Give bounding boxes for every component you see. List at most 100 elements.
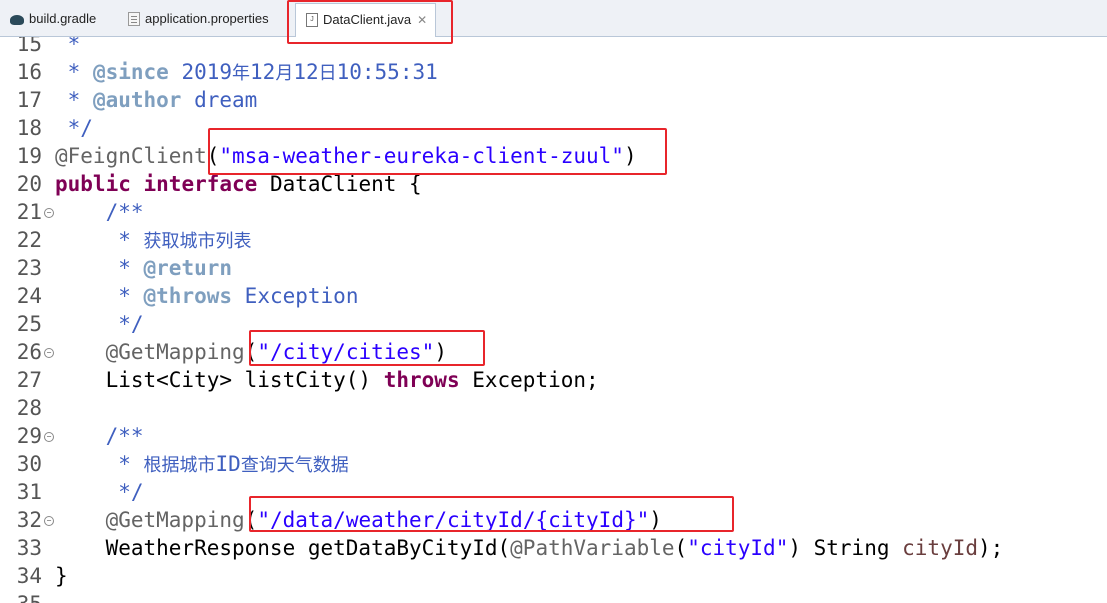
line-number: 33 bbox=[16, 536, 42, 560]
line-number: 16 bbox=[16, 60, 42, 84]
line-number: 35 bbox=[0, 590, 42, 603]
code-token: DataClient { bbox=[257, 172, 422, 196]
code-token: cityId bbox=[902, 536, 978, 560]
code-line: 28 bbox=[0, 394, 1107, 422]
code-token: 日 bbox=[318, 63, 337, 84]
line-number: 25 bbox=[16, 312, 42, 336]
tab-label: DataClient.java bbox=[323, 12, 412, 27]
code-line: 19 @FeignClient("msa-weather-eureka-clien… bbox=[0, 142, 1107, 170]
code-token: 10:55:31 bbox=[336, 60, 438, 84]
code-token: 获取城市列表 bbox=[143, 231, 252, 252]
code-token: * bbox=[55, 284, 144, 308]
tab-application-properties[interactable]: application.properties bbox=[128, 6, 269, 32]
properties-file-icon bbox=[128, 11, 140, 26]
line-number: 24 bbox=[16, 284, 42, 308]
code-text: public interface DataClient { bbox=[55, 170, 422, 198]
line-number: 18 bbox=[16, 116, 42, 140]
close-tab-icon[interactable]: ✕ bbox=[417, 13, 427, 27]
editor-tab-bar: build.gradle application.properties J Dat… bbox=[0, 0, 1107, 37]
code-line: 15 * bbox=[0, 37, 1107, 58]
gradle-icon bbox=[10, 14, 24, 25]
code-token: ( bbox=[244, 508, 258, 532]
code-text: */ bbox=[55, 478, 143, 506]
code-token: "msa-weather-eureka-client-zuul" bbox=[219, 144, 624, 168]
line-number: 20 bbox=[16, 172, 42, 196]
line-number: 17 bbox=[16, 88, 42, 112]
code-token: interface bbox=[143, 172, 258, 196]
code-token: "cityId" bbox=[687, 536, 789, 560]
code-text: * @return bbox=[55, 254, 232, 282]
code-token: ); bbox=[978, 536, 1004, 560]
code-line: 27 List<City> listCity() throws Exceptio… bbox=[0, 366, 1107, 394]
code-line: 34} bbox=[0, 562, 1107, 590]
code-token: */ bbox=[55, 312, 144, 336]
code-line: 23 * @return bbox=[0, 254, 1107, 282]
code-token: @author bbox=[92, 88, 182, 112]
code-line: 17 * @author dream bbox=[0, 86, 1107, 114]
line-number: 26 bbox=[16, 340, 42, 364]
code-line: 21− /** bbox=[0, 198, 1107, 226]
fold-collapse-icon[interactable]: − bbox=[44, 432, 54, 442]
code-line: 29− /** bbox=[0, 422, 1107, 450]
java-file-icon: J bbox=[306, 12, 318, 27]
code-token: @throws bbox=[143, 284, 233, 308]
code-token: 2019 bbox=[168, 60, 233, 84]
line-number: 34 bbox=[16, 564, 42, 588]
code-token: ) bbox=[623, 144, 637, 168]
code-token: throws bbox=[383, 368, 460, 392]
line-number: 23 bbox=[16, 256, 42, 280]
code-token: @PathVariable bbox=[510, 536, 675, 560]
code-token: * bbox=[55, 88, 93, 112]
code-text: /** bbox=[55, 198, 144, 226]
code-token: ) String bbox=[788, 536, 903, 560]
code-token: ) bbox=[434, 340, 447, 364]
code-token: /** bbox=[55, 200, 144, 224]
code-text: * bbox=[55, 37, 81, 58]
code-token: * bbox=[55, 452, 144, 476]
code-line: 18 */ bbox=[0, 114, 1107, 142]
code-token: List<City> listCity() bbox=[55, 368, 384, 392]
code-token: ( bbox=[674, 536, 688, 560]
code-token: "/data/weather/cityId/{cityId}" bbox=[257, 508, 650, 532]
line-number: 29 bbox=[16, 424, 42, 448]
line-number: 30 bbox=[16, 452, 42, 476]
code-line: 35 bbox=[0, 590, 1107, 603]
code-token: ( bbox=[244, 340, 258, 364]
code-text: } bbox=[55, 562, 68, 590]
code-text: @GetMapping("/data/weather/cityId/{cityI… bbox=[55, 506, 662, 534]
code-line: 22 * 获取城市列表 bbox=[0, 226, 1107, 254]
code-token: ( bbox=[206, 144, 220, 168]
code-editor[interactable]: 15 * 16 * @since 2019年12月12日10:55:31 17 * … bbox=[0, 37, 1107, 603]
code-text: */ bbox=[55, 310, 144, 338]
code-token: * bbox=[55, 60, 93, 84]
tab-build-gradle[interactable]: build.gradle bbox=[10, 6, 96, 32]
code-text: * @since 2019年12月12日10:55:31 bbox=[55, 58, 438, 88]
code-text: * @throws Exception bbox=[55, 282, 358, 310]
code-token: 12 bbox=[293, 60, 319, 84]
tab-dataclient-java[interactable]: J DataClient.java ✕ bbox=[295, 3, 437, 37]
fold-collapse-icon[interactable]: − bbox=[44, 516, 54, 526]
code-token: @FeignClient bbox=[55, 144, 207, 168]
line-number: 27 bbox=[16, 368, 42, 392]
line-number: 31 bbox=[16, 480, 42, 504]
code-token: ) bbox=[649, 508, 662, 532]
code-token: 年 bbox=[232, 63, 251, 84]
code-text: * 获取城市列表 bbox=[55, 226, 252, 256]
fold-collapse-icon[interactable]: − bbox=[44, 208, 54, 218]
code-text: List<City> listCity() throws Exception; bbox=[55, 366, 599, 394]
code-token: 12 bbox=[250, 60, 276, 84]
code-line: 33 WeatherResponse getDataByCityId(@Path… bbox=[0, 534, 1107, 562]
code-token: Exception; bbox=[459, 368, 599, 392]
code-line: 20 public interface DataClient { bbox=[0, 170, 1107, 198]
fold-collapse-icon[interactable]: − bbox=[44, 348, 54, 358]
code-token: /** bbox=[55, 424, 144, 448]
code-token: dream bbox=[181, 88, 258, 112]
code-token: ID bbox=[215, 452, 241, 476]
line-number: 19 bbox=[16, 144, 42, 168]
code-token: * bbox=[55, 228, 144, 252]
code-token: * bbox=[55, 37, 81, 56]
line-number: 21 bbox=[16, 200, 42, 224]
code-text: * @author dream bbox=[55, 86, 258, 114]
code-token: "/city/cities" bbox=[257, 340, 435, 364]
code-token: @GetMapping bbox=[55, 508, 245, 532]
